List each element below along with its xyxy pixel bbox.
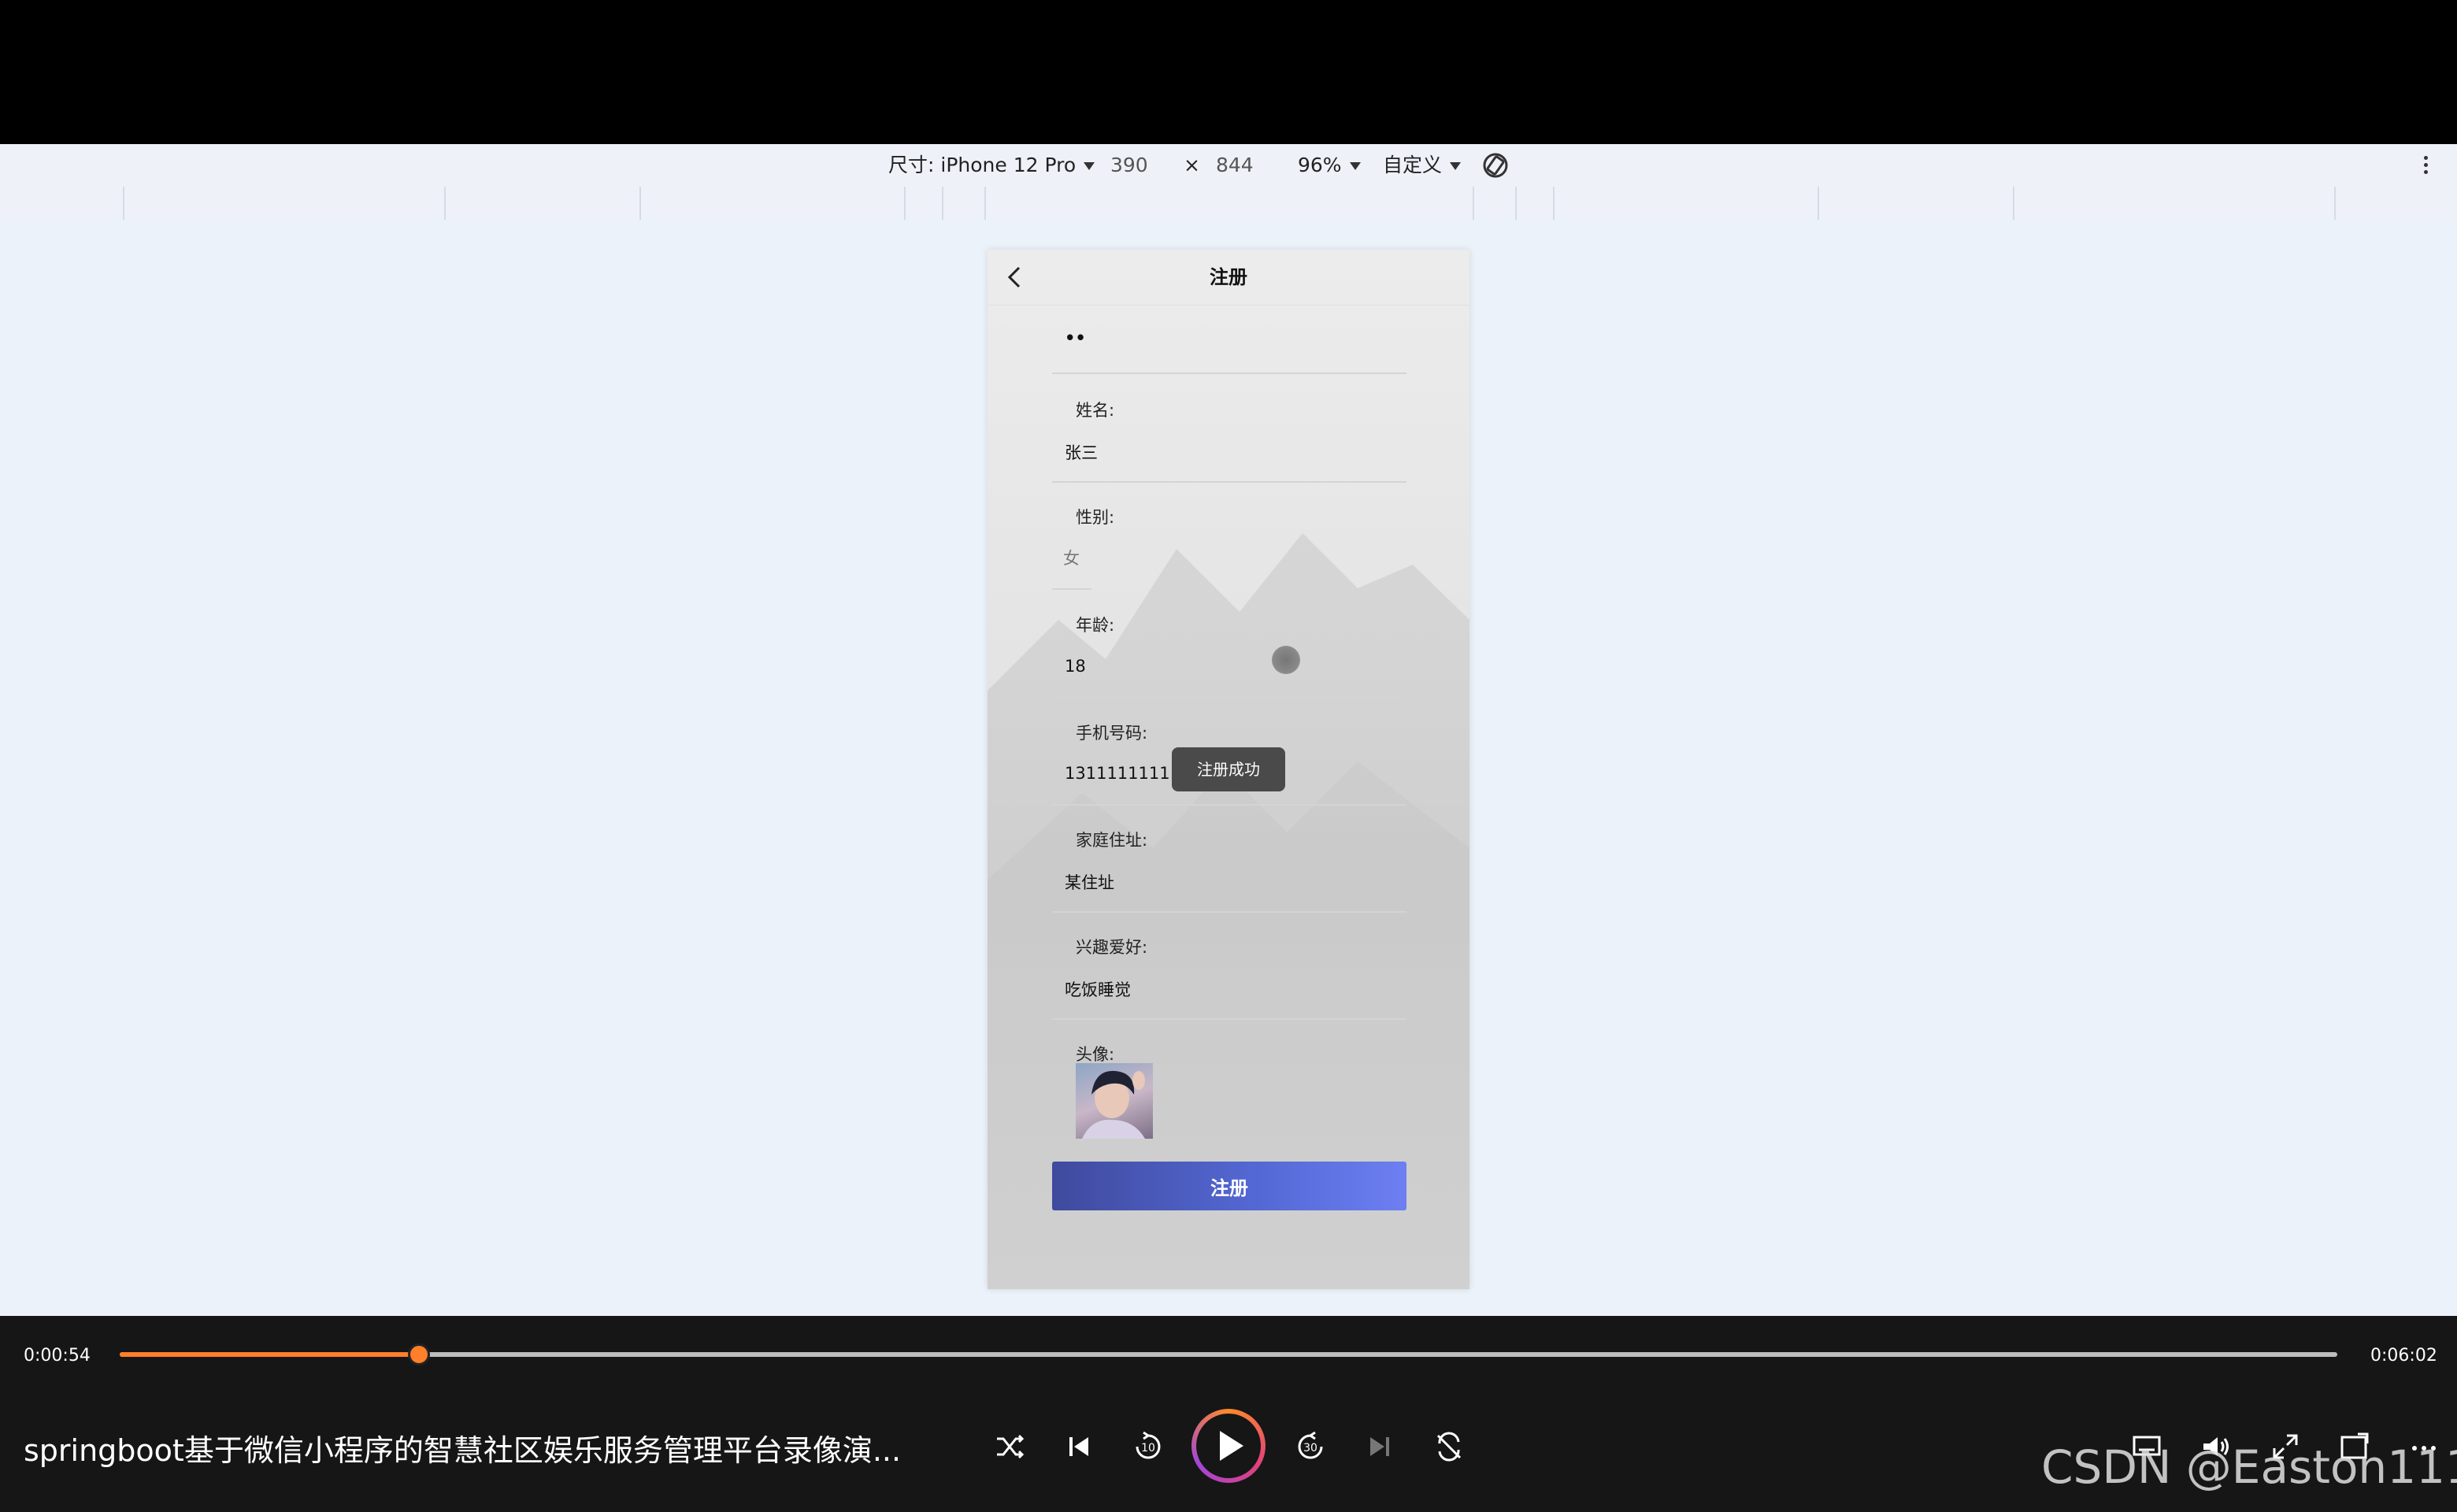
ruler-segment[interactable] [1473, 187, 1474, 220]
avatar-image[interactable] [1076, 1063, 1153, 1139]
width-input[interactable]: 390 [1110, 144, 1148, 187]
forward-30-icon[interactable]: 30 [1292, 1428, 1329, 1466]
success-toast: 注册成功 [1172, 747, 1285, 791]
throttle-select[interactable]: 自定义 [1383, 144, 1462, 187]
age-label: 年龄: [1076, 616, 1115, 635]
total-time: 0:06:02 [2370, 1346, 2437, 1366]
repeat-off-icon[interactable] [1430, 1428, 1468, 1466]
phone-number-label: 手机号码: [1076, 724, 1148, 743]
zoom-select[interactable]: 96% [1298, 144, 1361, 187]
current-time: 0:00:54 [24, 1346, 91, 1366]
field-underline [1052, 696, 1406, 698]
gender-label: 性别: [1076, 508, 1115, 527]
ruler-segment[interactable] [2334, 187, 2336, 220]
device-select[interactable]: 尺寸: iPhone 12 Pro [888, 144, 1095, 187]
chevron-down-icon [1084, 162, 1095, 170]
field-underline [1052, 804, 1406, 806]
chevron-down-icon [1450, 162, 1462, 170]
ruler-segment[interactable] [984, 187, 986, 220]
rotate-icon[interactable] [1480, 150, 1510, 180]
field-underline [1052, 1018, 1406, 1020]
hobbies-label: 兴趣爱好: [1076, 938, 1148, 957]
name-input[interactable]: 张三 [1065, 440, 1098, 464]
name-field[interactable]: 姓名: 张三 [1052, 384, 1406, 494]
gender-picker[interactable]: 女 [1063, 546, 1080, 569]
field-underline [1052, 372, 1406, 374]
password-value: •• [1065, 328, 1086, 347]
phone-screen: 注册 •• 姓名: 张三 性别: 女 年龄: 18 手机号码: 13111111… [988, 250, 1469, 1289]
ruler-segment[interactable] [1553, 187, 1555, 220]
avatar-label: 头像: [1076, 1045, 1115, 1064]
zoom-select-label: 96% [1298, 154, 1342, 176]
device-select-label: 尺寸: iPhone 12 Pro [888, 154, 1077, 176]
video-player: 0:00:54 0:06:02 springboot基于微信小程序的智慧社区娱乐… [0, 1316, 2457, 1512]
ruler-segment[interactable] [123, 187, 124, 220]
play-icon [1220, 1431, 1243, 1461]
password-field[interactable]: •• [1052, 317, 1406, 380]
shuffle-icon[interactable] [991, 1428, 1028, 1466]
page-title: 注册 [1210, 266, 1247, 288]
phone-number-input[interactable]: 13111111111 [1065, 764, 1180, 783]
avatar-portrait-icon [1082, 1070, 1145, 1139]
ruler-segment[interactable] [904, 187, 906, 220]
progress-thumb[interactable] [408, 1343, 431, 1366]
forward-30-label: 30 [1303, 1442, 1317, 1455]
ruler-segment[interactable] [639, 187, 641, 220]
name-label: 姓名: [1076, 401, 1115, 420]
hobbies-field[interactable]: 兴趣爱好: 吃饭睡觉 [1052, 921, 1406, 1031]
field-underline [1052, 911, 1406, 913]
ruler-segment[interactable] [2013, 187, 2014, 220]
progress-fill [120, 1352, 420, 1357]
nav-bar: 注册 [988, 250, 1469, 306]
ruler-segment[interactable] [942, 187, 943, 220]
age-input[interactable]: 18 [1065, 657, 1086, 676]
ruler-segment[interactable] [1818, 187, 1819, 220]
previous-icon[interactable] [1060, 1428, 1098, 1466]
media-query-ruler [0, 187, 2457, 220]
field-underline [1052, 481, 1406, 483]
rewind-10-label: 10 [1141, 1442, 1155, 1455]
ruler-segment[interactable] [1515, 187, 1517, 220]
touch-indicator [1272, 646, 1300, 674]
age-field[interactable]: 年龄: 18 [1052, 598, 1406, 709]
next-icon[interactable] [1361, 1428, 1399, 1466]
play-button-inner [1196, 1414, 1261, 1478]
top-black-area [0, 0, 2457, 144]
watermark-text: CSDN @Easton111 [2041, 1440, 2457, 1494]
gender-field[interactable]: 性别: 女 [1052, 491, 1406, 601]
more-options-icon[interactable] [2418, 154, 2433, 179]
times-symbol: × [1184, 154, 1200, 176]
address-label: 家庭住址: [1076, 831, 1148, 850]
progress-bar[interactable] [120, 1343, 2337, 1366]
avatar-field: 头像: [1052, 1028, 1406, 1064]
play-button[interactable] [1191, 1409, 1266, 1483]
video-title: springboot基于微信小程序的智慧社区娱乐服务管理平台录像演... [24, 1433, 902, 1468]
chevron-down-icon [1349, 162, 1361, 170]
field-underline [1052, 588, 1091, 590]
ruler-segment[interactable] [444, 187, 446, 220]
rewind-10-icon[interactable]: 10 [1129, 1428, 1167, 1466]
height-input[interactable]: 844 [1216, 144, 1254, 187]
address-field[interactable]: 家庭住址: 某住址 [1052, 813, 1406, 924]
register-button[interactable]: 注册 [1052, 1162, 1406, 1210]
hobbies-input[interactable]: 吃饭睡觉 [1065, 977, 1131, 1001]
device-toolbar: 尺寸: iPhone 12 Pro 390 × 844 96% 自定义 [0, 144, 2457, 187]
throttle-select-label: 自定义 [1383, 154, 1443, 176]
address-input[interactable]: 某住址 [1065, 870, 1114, 894]
